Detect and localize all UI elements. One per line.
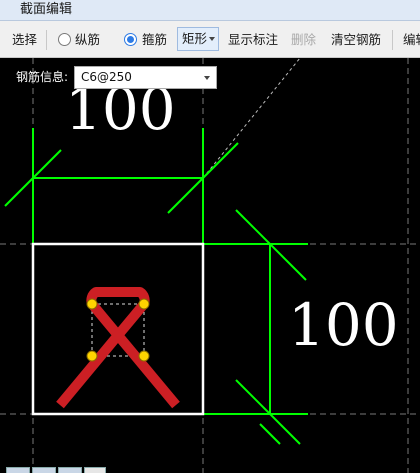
dimension-text-right: 100 xyxy=(288,291,399,359)
stirrup-path xyxy=(56,287,180,409)
dimension-lines xyxy=(4,128,308,445)
clear-rebar-button[interactable]: 清空钢筋 xyxy=(331,21,381,57)
chevron-down-icon xyxy=(204,76,210,80)
rebar-info-value: C6@250 xyxy=(81,70,132,84)
bottom-tab-strip xyxy=(0,467,420,473)
longitudinal-radio[interactable] xyxy=(58,33,71,46)
shape-dropdown-label: 矩形 xyxy=(182,31,208,46)
stirrup-shape[interactable] xyxy=(56,287,180,409)
rebar-info-select[interactable]: C6@250 xyxy=(74,66,217,89)
section-drawing xyxy=(0,58,420,473)
rebar-point-bottom-left xyxy=(86,350,98,362)
guide-lines xyxy=(0,58,420,473)
guide-line-diagonal xyxy=(202,58,301,179)
chevron-down-icon xyxy=(209,37,215,41)
select-tool-button[interactable]: 选择 xyxy=(12,21,37,57)
toolbar-separator xyxy=(392,30,393,50)
rebar-point-top-right xyxy=(138,298,150,310)
dim-tick-extra xyxy=(259,423,281,445)
toolbar: 选择 纵筋 箍筋 矩形 显示标注 删除 清空钢筋 编辑 xyxy=(0,21,420,58)
dim-tick-bottom xyxy=(235,379,301,445)
bottom-tab[interactable] xyxy=(58,467,82,473)
rebar-point-top-left xyxy=(86,298,98,310)
bottom-tab[interactable] xyxy=(32,467,56,473)
edit-button[interactable]: 编辑 xyxy=(403,21,420,57)
delete-button[interactable]: 删除 xyxy=(291,21,316,57)
bottom-tab[interactable] xyxy=(6,467,30,473)
shape-dropdown-button[interactable]: 矩形 xyxy=(177,27,219,51)
rebar-point-bottom-right xyxy=(138,350,150,362)
stirrup-radio[interactable] xyxy=(124,33,137,46)
rebar-info-label: 钢筋信息: xyxy=(16,70,69,84)
section-canvas[interactable]: 100 100 xyxy=(0,58,420,473)
stirrup-radio-label[interactable]: 箍筋 xyxy=(142,21,167,57)
show-annotation-button[interactable]: 显示标注 xyxy=(228,21,278,57)
window-title: 截面编辑 xyxy=(0,0,420,21)
toolbar-separator xyxy=(46,30,47,50)
bottom-tab[interactable] xyxy=(84,467,106,473)
rebar-info-panel: 钢筋信息: C6@250 xyxy=(8,66,217,89)
longitudinal-radio-label[interactable]: 纵筋 xyxy=(75,21,100,57)
